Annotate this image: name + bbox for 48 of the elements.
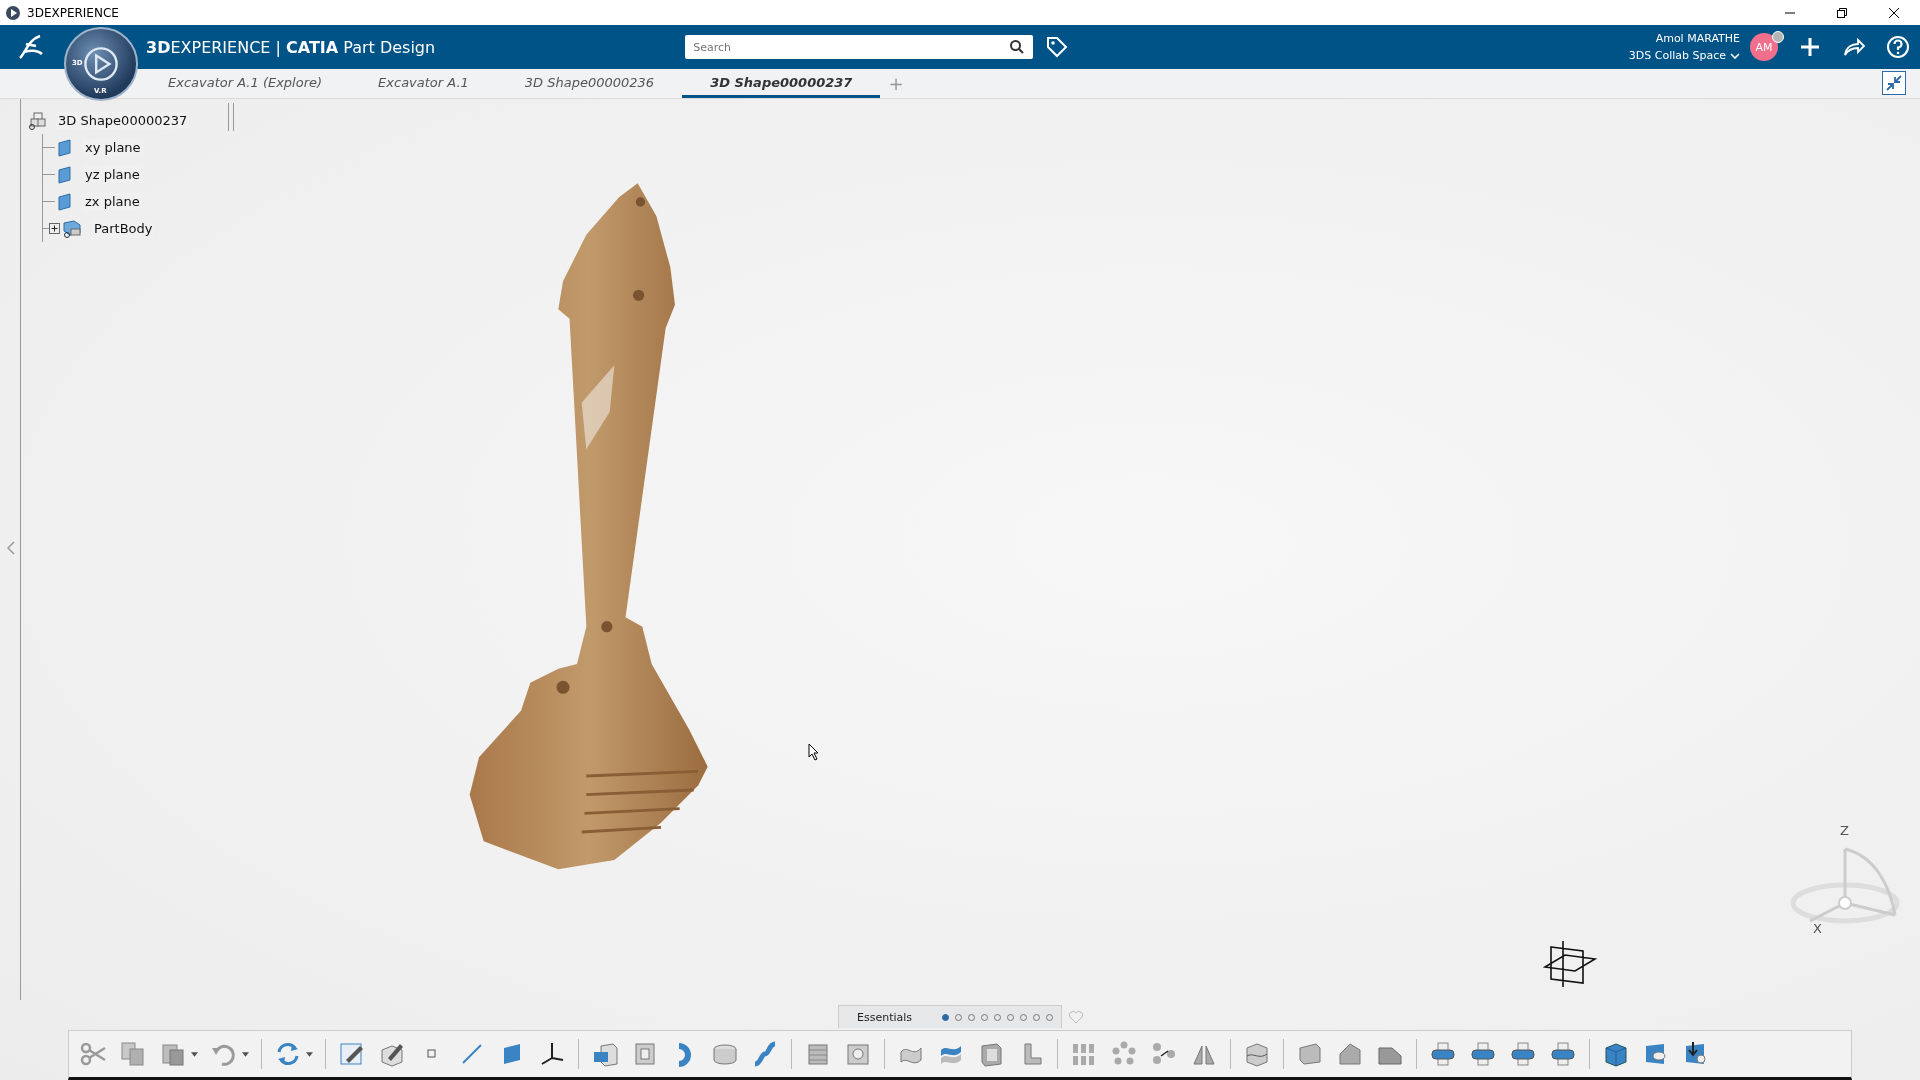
close-icon[interactable]: [1888, 6, 1900, 19]
tree-item[interactable]: zx plane: [83, 193, 142, 210]
copy-icon[interactable]: [119, 1040, 147, 1068]
app-icon: [5, 4, 21, 21]
section-label: Essentials: [857, 1010, 913, 1024]
caret-icon[interactable]: [242, 1051, 249, 1057]
search-icon[interactable]: [1009, 39, 1026, 55]
pipe-junction-icon[interactable]: [1509, 1040, 1537, 1068]
page-dot[interactable]: [942, 1013, 950, 1021]
product-icon: [28, 110, 48, 131]
collab-space-dropdown[interactable]: 3DS Collab Space: [1628, 49, 1740, 62]
block-icon[interactable]: [591, 1040, 619, 1068]
cursor-icon: [808, 743, 820, 761]
axis-label: Z: [1840, 823, 1849, 838]
help-icon[interactable]: [1886, 35, 1910, 59]
app-title: 3DEXPERIENCE | CATIA Part Design: [146, 37, 436, 57]
restore-icon[interactable]: [1836, 6, 1848, 19]
plus-icon[interactable]: [1798, 35, 1822, 59]
caret-icon[interactable]: [306, 1051, 313, 1057]
axis-label: X: [1813, 921, 1822, 936]
tag-icon[interactable]: [1045, 35, 1070, 59]
scissors-icon[interactable]: [79, 1040, 107, 1068]
search-field[interactable]: Search: [685, 35, 1034, 59]
pipe-junction-icon[interactable]: [1429, 1040, 1457, 1068]
pipe-junction-icon[interactable]: [1549, 1040, 1577, 1068]
section-tab[interactable]: Essentials: [838, 1005, 1063, 1028]
body-icon: [60, 218, 84, 239]
document-tab[interactable]: Excavator A.1 (Explore): [140, 69, 351, 98]
tree-item[interactable]: 3D Shape00000237: [56, 112, 190, 129]
caret-icon[interactable]: [191, 1051, 198, 1057]
expand-icon[interactable]: [49, 223, 60, 234]
sketch-icon[interactable]: [338, 1040, 366, 1068]
tree-item[interactable]: PartBody: [92, 220, 155, 237]
tree-item[interactable]: xy plane: [83, 139, 143, 156]
document-tab[interactable]: Excavator A.1: [350, 69, 497, 98]
chamfer-icon[interactable]: [1296, 1040, 1324, 1068]
chevron-icon: [1730, 52, 1740, 59]
document-tab[interactable]: 3D Shape00000236: [496, 69, 683, 98]
user-name: Amol MARATHE: [1655, 32, 1740, 45]
status-dot: [1772, 31, 1784, 43]
cube-icon[interactable]: [1602, 1040, 1630, 1068]
pipe-junction-icon[interactable]: [1469, 1040, 1497, 1068]
cut-block-icon[interactable]: [1243, 1040, 1271, 1068]
exit-fullscreen-icon[interactable]: [1882, 71, 1906, 95]
play-icon: [83, 46, 119, 82]
tree-item[interactable]: yz plane: [83, 166, 142, 183]
expand-panel-icon[interactable]: [7, 541, 15, 555]
window-title: 3DEXPERIENCE: [27, 5, 119, 20]
